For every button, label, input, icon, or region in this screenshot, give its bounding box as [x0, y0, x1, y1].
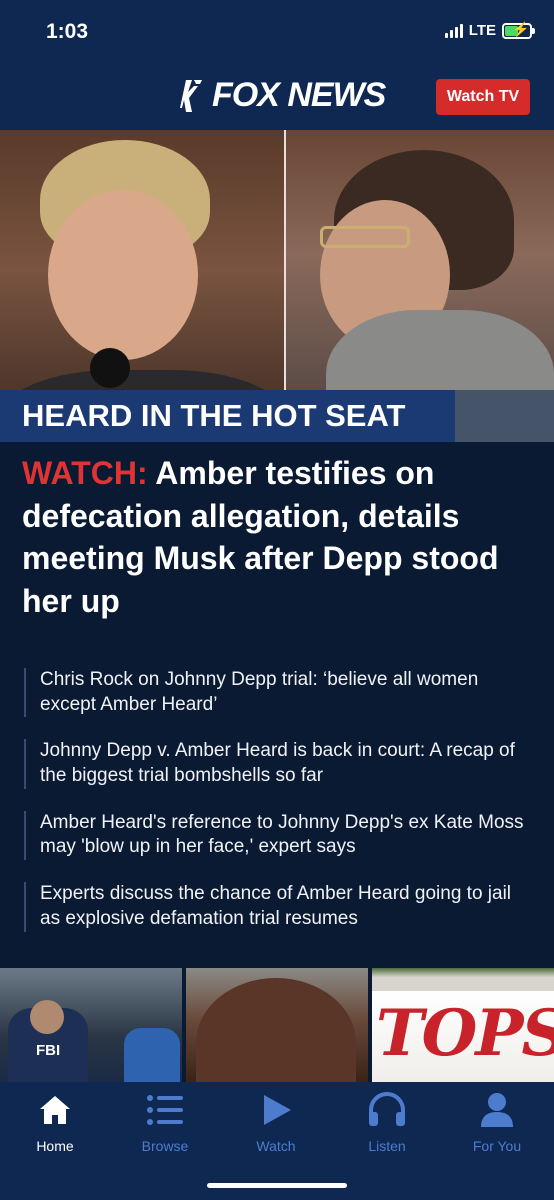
tab-home-label: Home — [36, 1138, 74, 1154]
network-type: LTE — [468, 22, 496, 39]
fbi-label: FBI — [36, 1042, 61, 1059]
hero-image[interactable]: HEARD IN THE HOT SEAT — [0, 130, 554, 442]
home-icon — [40, 1096, 70, 1124]
list-icon — [147, 1095, 183, 1125]
home-indicator[interactable] — [207, 1183, 347, 1188]
tab-for-you[interactable]: For You — [442, 1090, 552, 1154]
tab-watch[interactable]: Watch — [221, 1090, 331, 1154]
app-header: FOX NEWS Watch TV — [0, 66, 554, 130]
person-icon — [481, 1093, 513, 1127]
tab-listen[interactable]: Listen — [332, 1090, 442, 1154]
tab-for-you-label: For You — [472, 1138, 522, 1154]
story-thumbnails: FBI TOPS — [0, 968, 554, 1082]
status-bar: 1:03 LTE ⚡ — [0, 0, 554, 66]
thumbnail-fbi[interactable]: FBI — [0, 968, 182, 1082]
tops-sign: TOPS — [376, 996, 554, 1071]
tab-browse-label: Browse — [141, 1138, 189, 1154]
status-indicators: LTE ⚡ — [444, 21, 535, 39]
tab-browse[interactable]: Browse — [110, 1090, 220, 1154]
thumbnail-mugshot[interactable] — [186, 968, 368, 1082]
hero-caption-tail — [455, 390, 554, 442]
thumbnail-tops[interactable]: TOPS — [372, 968, 554, 1082]
tab-home[interactable]: Home — [0, 1090, 110, 1154]
tab-watch-label: Watch — [256, 1138, 296, 1154]
signal-icon — [444, 23, 463, 38]
play-icon — [264, 1095, 291, 1125]
related-links: Chris Rock on Johnny Depp trial: ‘believ… — [24, 668, 534, 954]
related-link[interactable]: Johnny Depp v. Amber Heard is back in co… — [24, 739, 534, 789]
headphones-icon — [369, 1092, 405, 1126]
related-link[interactable]: Experts discuss the chance of Amber Hear… — [24, 882, 534, 932]
tab-listen-label: Listen — [368, 1138, 406, 1154]
related-link[interactable]: Amber Heard's reference to Johnny Depp's… — [24, 810, 534, 861]
related-link[interactable]: Chris Rock on Johnny Depp trial: ‘believ… — [24, 668, 534, 718]
fox-logo-mark-icon — [180, 79, 202, 112]
status-time: 1:03 — [46, 20, 89, 43]
main-headline[interactable]: WATCH: Amber testifies on defecation all… — [22, 452, 536, 622]
watch-tv-button[interactable]: Watch TV — [436, 79, 530, 115]
battery-icon: ⚡ — [502, 21, 535, 39]
logo-text: FOX NEWS — [212, 76, 386, 114]
hero-caption: HEARD IN THE HOT SEAT — [0, 390, 455, 442]
headline-label: WATCH: — [22, 455, 148, 491]
fox-news-logo[interactable]: FOX NEWS — [180, 76, 386, 115]
tab-bar: Home Browse Watch Listen For You — [0, 1082, 554, 1200]
